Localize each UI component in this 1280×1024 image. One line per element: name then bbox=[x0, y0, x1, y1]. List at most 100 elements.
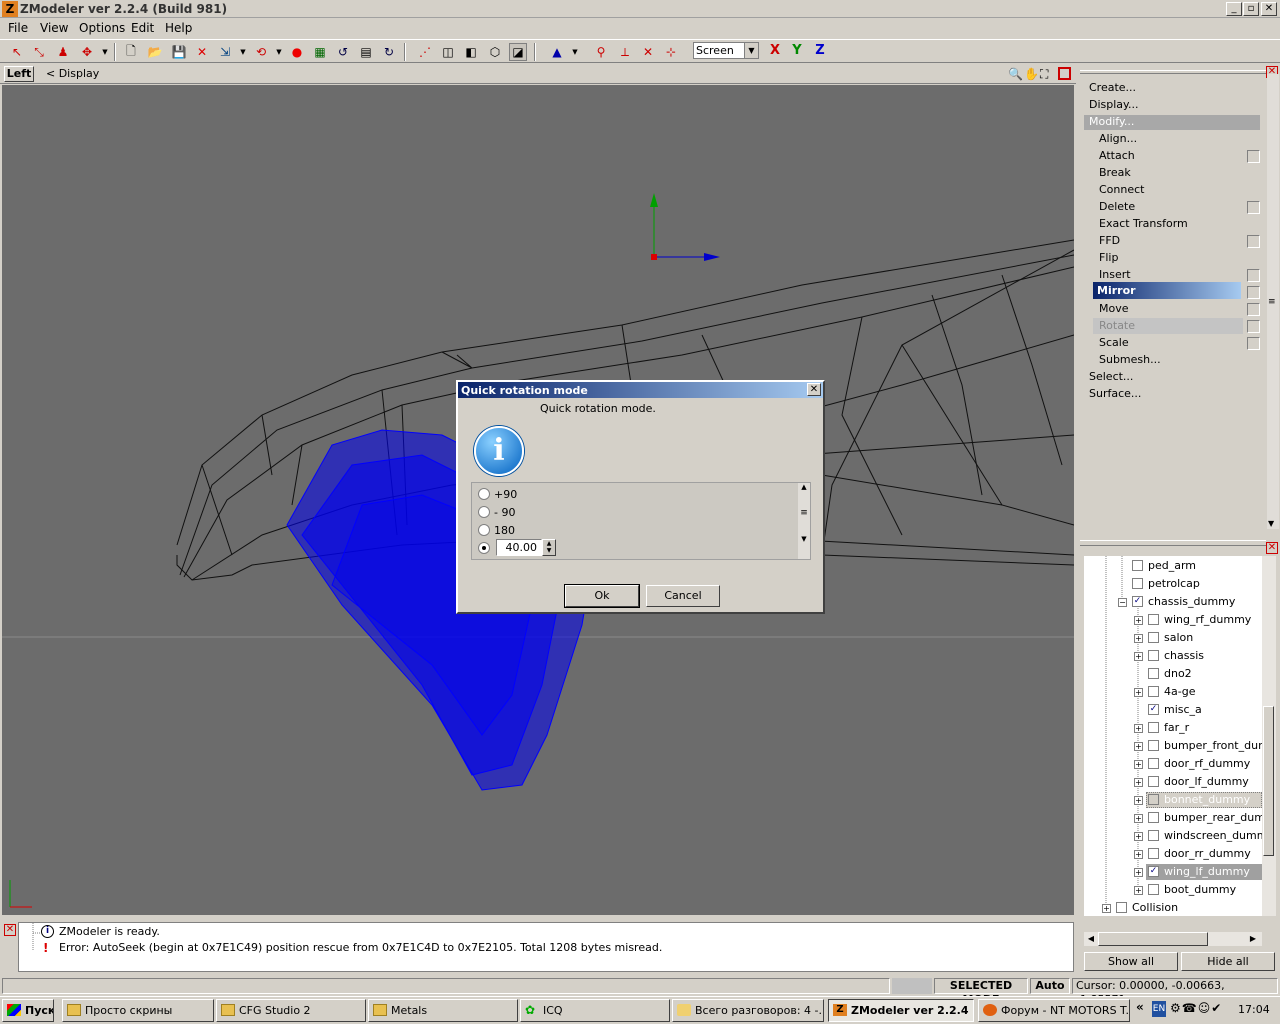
tree-expand-icon[interactable]: + bbox=[1134, 868, 1143, 877]
tree-expand-icon[interactable]: + bbox=[1134, 724, 1143, 733]
arrow-up-icon[interactable]: ▲ bbox=[548, 43, 566, 61]
tree-item-door-rf[interactable]: door_rf_dummy bbox=[1164, 757, 1250, 770]
dropdown-arrow-icon[interactable]: ▼ bbox=[566, 43, 584, 61]
task-icq[interactable]: ✿ ICQ bbox=[520, 999, 670, 1022]
ok-button[interactable]: Ok bbox=[564, 584, 640, 608]
tree-item-4a-ge[interactable]: 4a-ge bbox=[1164, 685, 1195, 698]
tree-checkbox-checked[interactable]: ✓ bbox=[1148, 866, 1159, 877]
tree-checkbox[interactable] bbox=[1148, 740, 1159, 751]
cube-icon[interactable]: ◫ bbox=[439, 43, 457, 61]
tree-expand-icon[interactable]: + bbox=[1134, 688, 1143, 697]
tree-checkbox[interactable] bbox=[1148, 812, 1159, 823]
fit-view-icon[interactable]: ⛶ bbox=[1040, 67, 1048, 82]
tree-item-bumper-rear[interactable]: bumper_rear_dumm bbox=[1164, 811, 1262, 824]
axis-z-button[interactable]: Z bbox=[811, 42, 829, 60]
run-icon[interactable]: ♟ bbox=[54, 43, 72, 61]
menu-options[interactable]: Options bbox=[79, 21, 125, 35]
tree-checkbox[interactable] bbox=[1148, 614, 1159, 625]
open-folder-icon[interactable]: 📂 bbox=[146, 43, 164, 61]
axis-icon[interactable]: ⟂ bbox=[616, 43, 634, 61]
cmd-submesh[interactable]: Submesh... bbox=[1099, 353, 1161, 366]
tree-expand-icon[interactable]: + bbox=[1134, 652, 1143, 661]
tree-expand-icon[interactable]: + bbox=[1134, 742, 1143, 751]
rotate-icon[interactable]: ↺ bbox=[334, 43, 352, 61]
cmd-align[interactable]: Align... bbox=[1099, 132, 1137, 145]
cmd-break[interactable]: Break bbox=[1099, 166, 1131, 179]
axis-y-button[interactable]: Y bbox=[788, 42, 806, 60]
tree-expand-icon[interactable]: + bbox=[1102, 904, 1111, 913]
cmd-create[interactable]: Create... bbox=[1089, 81, 1136, 94]
tree-checkbox[interactable] bbox=[1116, 902, 1127, 913]
hide-all-button[interactable]: Hide all bbox=[1181, 952, 1275, 971]
tree-checkbox[interactable] bbox=[1148, 632, 1159, 643]
tree-expand-icon[interactable]: + bbox=[1134, 886, 1143, 895]
custom-angle-input[interactable]: 40.00 bbox=[496, 539, 542, 556]
tree-hscroll[interactable]: ◀ ▶ bbox=[1084, 932, 1262, 946]
menu-help[interactable]: Help bbox=[165, 21, 192, 35]
task-zmodeler[interactable]: Z ZModeler ver 2.2.4 ... bbox=[828, 999, 974, 1022]
texture-icon[interactable]: ▦ bbox=[311, 43, 329, 61]
tree-vscroll[interactable] bbox=[1262, 556, 1276, 916]
tree-item-windscreen[interactable]: windscreen_dummy bbox=[1164, 829, 1262, 842]
cmd-rotate[interactable]: Rotate bbox=[1099, 319, 1135, 332]
cross-axis-icon[interactable]: ✕ bbox=[639, 43, 657, 61]
start-button[interactable]: Пуск bbox=[2, 999, 54, 1022]
tree-checkbox-checked[interactable]: ✓ bbox=[1148, 704, 1159, 715]
tree-expand-icon[interactable]: + bbox=[1134, 814, 1143, 823]
tree-item-salon[interactable]: salon bbox=[1164, 631, 1193, 644]
radio-plus-90[interactable] bbox=[478, 488, 490, 500]
tree-checkbox[interactable] bbox=[1148, 668, 1159, 679]
menu-file[interactable]: File bbox=[8, 21, 28, 35]
cancel-button[interactable]: Cancel bbox=[646, 585, 720, 607]
tray-icons[interactable]: ⚙☎☺✔ bbox=[1170, 1001, 1224, 1019]
close-log-icon[interactable]: ✕ bbox=[4, 924, 16, 936]
redo-icon[interactable]: ↻ bbox=[380, 43, 398, 61]
cmd-display[interactable]: Display... bbox=[1089, 98, 1138, 111]
cmd-surface[interactable]: Surface... bbox=[1089, 387, 1141, 400]
record-icon[interactable]: ● bbox=[288, 43, 306, 61]
tree-checkbox[interactable] bbox=[1148, 686, 1159, 697]
menu-edit[interactable]: Edit bbox=[131, 21, 154, 35]
cmd-mirror[interactable]: Mirror bbox=[1097, 284, 1136, 297]
cmd-attach[interactable]: Attach bbox=[1099, 149, 1135, 162]
tree-checkbox[interactable] bbox=[1148, 794, 1159, 805]
magnet-icon[interactable]: ⚲ bbox=[592, 43, 610, 61]
cmd-delete[interactable]: Delete bbox=[1099, 200, 1135, 213]
maximize-viewport-icon[interactable] bbox=[1058, 67, 1071, 80]
cmd-ffd[interactable]: FFD bbox=[1099, 234, 1120, 247]
options-scrollbar[interactable]: ▲ ≡ ▼ bbox=[798, 483, 810, 559]
tree-checkbox[interactable] bbox=[1148, 848, 1159, 859]
dropdown-arrow-icon[interactable]: ▼ bbox=[96, 43, 114, 61]
zoom-icon[interactable]: 🔍 bbox=[1008, 67, 1023, 81]
tree-item-petrolcap[interactable]: petrolcap bbox=[1148, 577, 1200, 590]
scale-option-checkbox[interactable] bbox=[1247, 337, 1260, 350]
delete-icon[interactable]: ✕ bbox=[193, 43, 211, 61]
task-chat[interactable]: Всего разговоров: 4 -... bbox=[672, 999, 824, 1022]
task-firefox[interactable]: Форум - NT MOTORS T... bbox=[978, 999, 1130, 1022]
tray-expand-icon[interactable]: « bbox=[1136, 1000, 1144, 1014]
task-cfg-studio[interactable]: CFG Studio 2 bbox=[216, 999, 366, 1022]
tree-item-bonnet[interactable]: bonnet_dummy bbox=[1164, 793, 1250, 806]
select-tool-icon[interactable]: ↖ bbox=[8, 43, 26, 61]
close-button[interactable]: ✕ bbox=[1261, 2, 1277, 16]
vertex-icon[interactable]: ⋰ bbox=[416, 43, 434, 61]
radio-minus-90[interactable] bbox=[478, 506, 490, 518]
tree-expand-icon[interactable]: + bbox=[1134, 760, 1143, 769]
tree-item-dno2[interactable]: dno2 bbox=[1164, 667, 1192, 680]
radio-180[interactable] bbox=[478, 524, 490, 536]
tree-expand-icon[interactable]: + bbox=[1134, 796, 1143, 805]
radio-custom[interactable] bbox=[478, 542, 490, 554]
cmd-flip[interactable]: Flip bbox=[1099, 251, 1118, 264]
select-vertex-icon[interactable]: ⤡ bbox=[30, 43, 48, 61]
move-option-checkbox[interactable] bbox=[1247, 303, 1260, 316]
maximize-button[interactable]: ▫ bbox=[1243, 2, 1259, 16]
tree-collapse-icon[interactable]: − bbox=[1118, 598, 1127, 607]
cmd-select[interactable]: Select... bbox=[1089, 370, 1133, 383]
dropdown-arrow-icon[interactable]: ▼ bbox=[234, 43, 252, 61]
scroll-down-icon[interactable]: ▼ bbox=[1268, 519, 1274, 528]
tree-item-chassis[interactable]: chassis bbox=[1164, 649, 1204, 662]
tree-item-ped-arm[interactable]: ped_arm bbox=[1148, 559, 1196, 572]
tree-item-wing-lf[interactable]: wing_lf_dummy bbox=[1164, 865, 1250, 878]
import-icon[interactable]: ⇲ bbox=[216, 43, 234, 61]
tree-item-collision[interactable]: Collision bbox=[1132, 901, 1178, 914]
